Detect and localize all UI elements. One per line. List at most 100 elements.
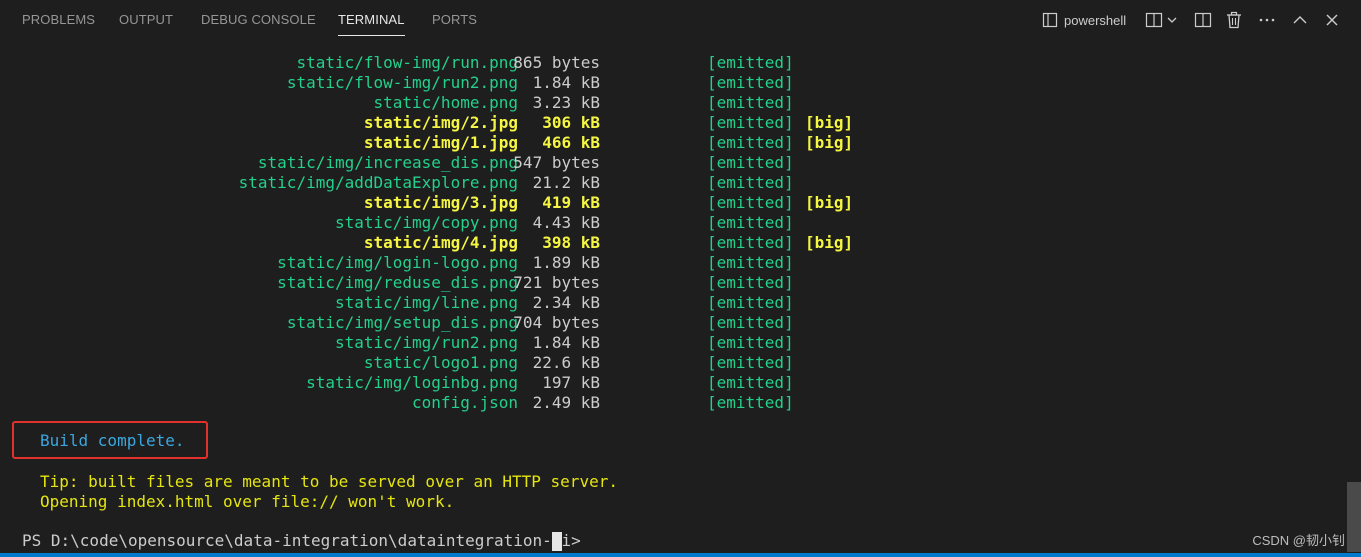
asset-row: static/img/increase_dis.png 547 bytes [emi… (0, 153, 1345, 173)
asset-row: static/logo1.png 22.6 kB [emitted] (0, 353, 1345, 373)
close-panel-button[interactable] (1325, 9, 1339, 31)
asset-status: [emitted] (707, 333, 794, 352)
asset-big-flag: [big] (805, 233, 854, 252)
asset-size: 2.34 kB (532, 293, 600, 312)
asset-row: static/img/2.jpg 306 kB [emitted] [big] (0, 113, 1345, 133)
asset-name: static/img/3.jpg (363, 193, 518, 212)
asset-size: 22.6 kB (532, 353, 600, 372)
asset-size: 197 kB (542, 373, 600, 392)
split-terminal-button[interactable] (1145, 9, 1163, 31)
asset-row: static/img/line.png 2.34 kB [emitted] (0, 293, 1345, 313)
asset-row: static/img/loginbg.png 197 kB [emitted] (0, 373, 1345, 393)
asset-row: static/img/setup_dis.png 704 bytes [emitte… (0, 313, 1345, 333)
toggle-layout-button[interactable] (1194, 9, 1212, 31)
asset-row: static/img/run2.png 1.84 kB [emitted] (0, 333, 1345, 353)
asset-row: static/img/4.jpg 398 kB [emitted] [big] (0, 233, 1345, 253)
watermark: CSDN @韧小钊 (1252, 533, 1345, 548)
tab-output[interactable]: OUTPUT (119, 12, 173, 36)
asset-name: static/img/addDataExplore.png (238, 173, 518, 192)
asset-status: [emitted] (707, 233, 794, 252)
asset-size: 3.23 kB (532, 93, 600, 112)
chevron-up-icon (1292, 12, 1308, 28)
asset-status: [emitted] (707, 153, 794, 172)
split-terminal-icon (1145, 11, 1163, 29)
asset-name: static/flow-img/run.png (296, 53, 518, 72)
asset-status: [emitted] (707, 173, 794, 192)
asset-row: static/home.png 3.23 kB [emitted] (0, 93, 1345, 113)
asset-row: config.json 2.49 kB [emitted] (0, 393, 1345, 413)
asset-size: 1.89 kB (532, 253, 600, 272)
asset-big-flag: [big] (805, 193, 854, 212)
asset-status: [emitted] (707, 73, 794, 92)
asset-big-flag: [big] (805, 133, 854, 152)
asset-status: [emitted] (707, 273, 794, 292)
shell-prompt: PS D:\code\opensource\data-integration\d… (22, 531, 591, 550)
asset-size: 1.84 kB (532, 333, 600, 352)
asset-size: 2.49 kB (532, 393, 600, 412)
asset-name: static/img/2.jpg (363, 113, 518, 132)
terminal-cursor (552, 532, 562, 551)
asset-size: 4.43 kB (532, 213, 600, 232)
asset-name: static/img/line.png (334, 293, 518, 312)
asset-status: [emitted] (707, 113, 794, 132)
chevron-down-icon (1166, 14, 1178, 26)
tab-debug-console[interactable]: DEBUG CONSOLE (201, 12, 316, 36)
asset-status: [emitted] (707, 393, 794, 412)
asset-name: static/img/loginbg.png (306, 373, 518, 392)
asset-status: [emitted] (707, 93, 794, 112)
trash-icon (1226, 11, 1242, 29)
build-message: Build complete. (40, 431, 185, 450)
asset-size: 1.84 kB (532, 73, 600, 92)
asset-row: static/img/copy.png 4.43 kB [emitted] (0, 213, 1345, 233)
more-icon (1258, 11, 1276, 29)
asset-size: 21.2 kB (532, 173, 600, 192)
asset-name: static/home.png (373, 93, 519, 112)
more-actions-button[interactable] (1258, 9, 1276, 31)
asset-name: static/img/4.jpg (363, 233, 518, 252)
asset-status: [emitted] (707, 293, 794, 312)
asset-row: static/img/reduse_dis.png 721 bytes [emitt… (0, 273, 1345, 293)
terminal-scrollbar[interactable] (1347, 482, 1361, 552)
asset-name: static/img/reduse_dis.png (277, 273, 518, 292)
terminal-launch-profile-button[interactable] (1166, 9, 1178, 31)
tab-problems[interactable]: PROBLEMS (22, 12, 95, 36)
asset-name: static/img/setup_dis.png (286, 313, 518, 332)
asset-status: [emitted] (707, 373, 794, 392)
asset-size: 865 bytes (513, 53, 600, 72)
asset-name: static/flow-img/run2.png (286, 73, 518, 92)
asset-name: static/logo1.png (363, 353, 518, 372)
asset-name: config.json (412, 393, 518, 412)
asset-big-flag: [big] (805, 113, 854, 132)
terminal-icon (1042, 12, 1058, 28)
asset-status: [emitted] (707, 193, 794, 212)
asset-size: 419 kB (542, 193, 600, 212)
asset-name: static/img/1.jpg (363, 133, 518, 152)
asset-size: 306 kB (542, 113, 600, 132)
asset-name: static/img/run2.png (334, 333, 518, 352)
terminal-instance-button[interactable]: powershell (1042, 9, 1126, 31)
tip-line: Opening index.html over file:// won't wo… (40, 492, 455, 511)
asset-row: static/img/3.jpg 419 kB [emitted] [big] (0, 193, 1345, 213)
kill-terminal-button[interactable] (1226, 9, 1242, 31)
panel-header: PROBLEMS OUTPUT DEBUG CONSOLE TERMINAL P… (0, 0, 1361, 40)
asset-size: 466 kB (542, 133, 600, 152)
asset-status: [emitted] (707, 353, 794, 372)
asset-row: static/img/addDataExplore.png 21.2 kB [emi… (0, 173, 1345, 193)
terminal-output[interactable]: static/flow-img/run.png 865 bytes [emitted… (0, 40, 1345, 557)
asset-status: [emitted] (707, 253, 794, 272)
asset-size: 547 bytes (513, 153, 600, 172)
asset-row: static/flow-img/run.png 865 bytes [emitted… (0, 53, 1345, 73)
asset-size: 721 bytes (513, 273, 600, 292)
asset-row: static/img/login-logo.png 1.89 kB [emitted… (0, 253, 1345, 273)
tab-ports[interactable]: PORTS (432, 12, 477, 36)
maximize-panel-button[interactable] (1292, 9, 1308, 31)
asset-status: [emitted] (707, 133, 794, 152)
status-bar (0, 553, 1361, 557)
asset-name: static/img/copy.png (334, 213, 518, 232)
asset-row: static/img/1.jpg 466 kB [emitted] [big] (0, 133, 1345, 153)
asset-status: [emitted] (707, 53, 794, 72)
tab-terminal[interactable]: TERMINAL (338, 12, 405, 36)
asset-size: 704 bytes (513, 313, 600, 332)
asset-status: [emitted] (707, 313, 794, 332)
shell-name: powershell (1064, 12, 1127, 28)
